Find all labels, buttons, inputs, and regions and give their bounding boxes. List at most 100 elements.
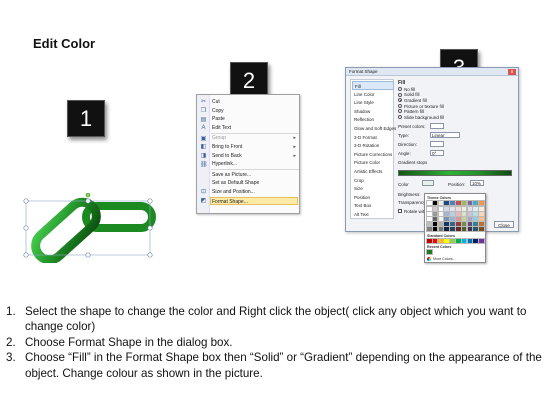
standard-color-swatch[interactable] (466, 238, 474, 244)
theme-color-swatch[interactable] (426, 211, 433, 217)
theme-color-swatch[interactable] (455, 211, 462, 217)
theme-color-swatch[interactable] (443, 206, 450, 212)
theme-color-swatch[interactable] (437, 206, 445, 212)
close-icon[interactable]: x (508, 69, 516, 75)
menu-item-size-and-position[interactable]: Size and Position... (211, 188, 299, 197)
chain-link-shape[interactable] (18, 192, 158, 265)
theme-color-swatch[interactable] (437, 226, 445, 232)
theme-color-swatch[interactable] (478, 226, 485, 232)
gradient-stops-bar[interactable] (398, 170, 512, 176)
theme-color-swatch[interactable] (455, 226, 462, 232)
theme-color-swatch[interactable] (431, 211, 439, 217)
theme-color-swatch[interactable] (478, 211, 485, 217)
theme-color-swatch[interactable] (460, 226, 468, 232)
color-picker-button[interactable] (422, 180, 434, 186)
more-colors-link[interactable]: More Colors... (433, 257, 456, 261)
standard-color-swatch[interactable] (437, 238, 445, 244)
menu-item-copy[interactable]: Copy (211, 107, 299, 116)
theme-color-swatch[interactable] (431, 216, 439, 222)
close-button[interactable]: Close (494, 221, 514, 228)
theme-color-swatch[interactable] (443, 221, 450, 227)
recent-color-swatch[interactable] (426, 249, 433, 255)
theme-color-swatch[interactable] (449, 206, 456, 212)
standard-color-swatch[interactable] (449, 238, 456, 244)
theme-color-swatch[interactable] (443, 200, 450, 206)
menu-item-bring-to-front[interactable]: Bring to Front ▸ (211, 143, 299, 152)
theme-color-swatch[interactable] (455, 216, 462, 222)
theme-color-swatch[interactable] (466, 221, 474, 227)
position-input[interactable]: 10% (470, 180, 484, 186)
theme-color-swatch[interactable] (472, 216, 479, 222)
theme-color-swatch[interactable] (466, 216, 474, 222)
theme-color-swatch[interactable] (431, 206, 439, 212)
radio-picture-or-texture-fill[interactable] (398, 103, 402, 108)
standard-color-swatch[interactable] (443, 238, 450, 244)
menu-item-format-shape[interactable]: Format Shape... (210, 196, 298, 206)
type-dropdown[interactable]: Linear (430, 132, 460, 138)
theme-color-swatch[interactable] (455, 206, 462, 212)
menu-item-save-as-picture[interactable]: Save as Picture... (211, 171, 299, 180)
theme-color-swatch[interactable] (443, 226, 450, 232)
theme-color-swatch[interactable] (478, 216, 485, 222)
menu-item-set-as-default-shape[interactable]: Set as Default Shape (211, 179, 299, 188)
theme-color-swatch[interactable] (460, 200, 468, 206)
theme-color-swatch[interactable] (437, 221, 445, 227)
theme-color-swatch[interactable] (426, 226, 433, 232)
theme-color-swatch[interactable] (472, 221, 479, 227)
rotate-checkbox[interactable] (398, 209, 402, 213)
theme-color-swatch[interactable] (472, 226, 479, 232)
theme-color-swatch[interactable] (431, 221, 439, 227)
radio-gradient-fill[interactable] (398, 98, 402, 103)
theme-color-swatch[interactable] (460, 206, 468, 212)
radio-pattern-fill[interactable] (398, 109, 402, 114)
menu-item-send-to-back[interactable]: Send to Back ▸ (211, 152, 299, 161)
theme-color-swatch[interactable] (437, 211, 445, 217)
theme-color-swatch[interactable] (478, 200, 485, 206)
theme-color-swatch[interactable] (449, 226, 456, 232)
theme-color-swatch[interactable] (460, 211, 468, 217)
theme-color-swatch[interactable] (426, 206, 433, 212)
theme-color-swatch[interactable] (449, 216, 456, 222)
theme-color-swatch[interactable] (437, 216, 445, 222)
theme-color-swatch[interactable] (478, 221, 485, 227)
theme-color-swatch[interactable] (426, 200, 433, 206)
theme-color-swatch[interactable] (449, 211, 456, 217)
theme-color-swatch[interactable] (466, 211, 474, 217)
theme-color-swatch[interactable] (443, 216, 450, 222)
standard-color-swatch[interactable] (426, 238, 433, 244)
nav-alt-text[interactable]: Alt Text (352, 210, 394, 219)
theme-color-swatch[interactable] (466, 226, 474, 232)
theme-color-swatch[interactable] (431, 200, 439, 206)
standard-color-swatch[interactable] (455, 238, 462, 244)
theme-color-swatch[interactable] (460, 221, 468, 227)
theme-color-swatch[interactable] (426, 221, 433, 227)
theme-color-swatch[interactable] (449, 200, 456, 206)
standard-color-swatch[interactable] (478, 238, 485, 244)
preset-colors-dropdown[interactable] (430, 123, 444, 129)
theme-color-swatch[interactable] (466, 206, 474, 212)
theme-color-swatch[interactable] (455, 221, 462, 227)
theme-color-swatch[interactable] (437, 200, 445, 206)
theme-color-swatch[interactable] (472, 206, 479, 212)
direction-dropdown[interactable] (430, 141, 444, 147)
theme-color-swatch[interactable] (426, 216, 433, 222)
angle-input[interactable]: 0° (430, 150, 444, 156)
theme-color-swatch[interactable] (455, 200, 462, 206)
radio-no-fill[interactable] (398, 87, 402, 91)
theme-color-swatch[interactable] (478, 206, 485, 212)
standard-color-swatch[interactable] (431, 238, 439, 244)
theme-color-swatch[interactable] (449, 221, 456, 227)
menu-item-paste[interactable]: Paste (211, 115, 299, 124)
standard-color-swatch[interactable] (460, 238, 468, 244)
theme-color-swatch[interactable] (460, 216, 468, 222)
theme-color-swatch[interactable] (472, 200, 479, 206)
menu-item-cut[interactable]: Cut (211, 98, 299, 107)
menu-item-edit-text[interactable]: Edit Text (211, 124, 299, 133)
radio-solid-fill[interactable] (398, 92, 402, 97)
theme-color-swatch[interactable] (431, 226, 439, 232)
standard-color-swatch[interactable] (472, 238, 479, 244)
radio-slide-background-fill[interactable] (398, 115, 402, 119)
theme-color-swatch[interactable] (443, 211, 450, 217)
menu-item-hyperlink[interactable]: Hyperlink... (211, 160, 299, 169)
theme-color-swatch[interactable] (472, 211, 479, 217)
